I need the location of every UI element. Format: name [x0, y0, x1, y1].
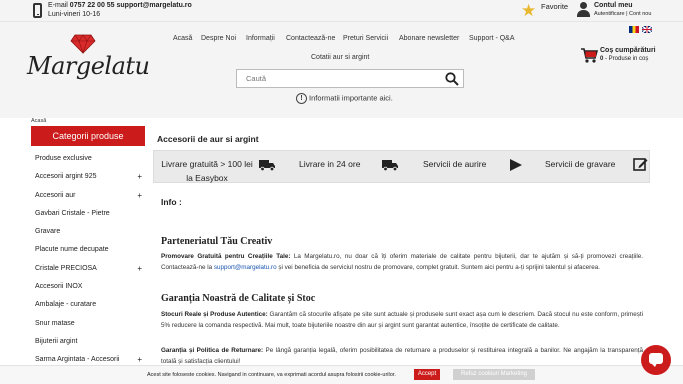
nav-item-support[interactable]: Support - Q&A	[469, 35, 515, 42]
cookie-accept-button[interactable]: Accept	[414, 369, 440, 380]
info-heading: Info :	[161, 197, 182, 207]
cookie-text: Acest site foloseste cookies. Navigand i…	[147, 372, 396, 378]
cookie-banner: Acest site foloseste cookies. Navigand i…	[0, 365, 683, 384]
search-input[interactable]	[237, 70, 442, 87]
cart-count: 0	[600, 56, 604, 62]
site-logo[interactable]: Margelatu	[27, 34, 150, 84]
category-item[interactable]: Gravare	[31, 223, 145, 241]
feature-engraving: Servicii de gravare	[545, 151, 649, 184]
info-icon: !	[296, 93, 307, 104]
category-label: Snur matase	[35, 319, 75, 327]
promo-paragraph: Promovare Gratuită pentru Creațiile Tale…	[161, 252, 643, 273]
logo-text: Margelatu	[27, 52, 150, 80]
category-item[interactable]: Placute nume decupate	[31, 241, 145, 259]
category-item[interactable]: Gavbari Cristale - Pietre	[31, 205, 145, 223]
breadcrumb[interactable]: Acasă	[31, 118, 46, 124]
category-label: Accesorii argint 925	[35, 173, 97, 181]
english-flag-icon[interactable]	[642, 26, 652, 33]
email-link[interactable]: support@margelatu.ro	[117, 2, 192, 9]
phone-icon	[33, 3, 42, 18]
category-label: Sarma Argintata - Accesorii	[35, 356, 120, 364]
stock-paragraph: Stocuri Reale și Produse Autentice: Gara…	[161, 310, 643, 331]
section-heading: Parteneriatul Tău Creativ	[161, 236, 273, 247]
play-icon	[510, 159, 522, 171]
search-icon[interactable]	[445, 72, 459, 86]
diamond-logo-icon	[70, 34, 96, 54]
category-item[interactable]: Bijuterii argint	[31, 333, 145, 351]
category-item[interactable]: Ambalaje - curatare	[31, 296, 145, 314]
page-title: Accesorii de aur si argint	[157, 134, 259, 144]
category-item[interactable]: Snur matase	[31, 315, 145, 333]
nav-item-preturi-servicii[interactable]: Preturi Servicii	[343, 35, 388, 42]
nav-item-informatii[interactable]: Informații	[246, 35, 275, 42]
truck-icon	[382, 160, 398, 171]
romanian-flag-icon[interactable]	[629, 26, 639, 33]
paragraph-bold: Promovare Gratuită pentru Creațiile Tale…	[161, 253, 291, 260]
edit-icon	[633, 158, 648, 171]
feature-24h-delivery: Livrare in 24 ore	[299, 151, 409, 184]
expand-icon[interactable]: +	[137, 168, 142, 186]
expand-icon[interactable]: +	[137, 260, 142, 278]
paragraph-bold: Stocuri Reale și Produse Autentice:	[161, 311, 268, 318]
feature-text: Livrare gratuită > 100 lei	[161, 159, 253, 169]
phone-number[interactable]: 0757 22 00 55	[70, 2, 115, 9]
cart-title: Coș cumpărături	[600, 47, 656, 54]
paragraph-text: și vei beneficia de serviciul nostru de …	[276, 263, 601, 271]
feature-free-delivery: Livrare gratuită > 100 lei la Easybox	[157, 151, 282, 184]
info-notice-text: Informatii importante aici.	[309, 93, 393, 103]
nav-item-contact[interactable]: Contactează-ne	[286, 35, 335, 42]
search-bar	[236, 69, 464, 88]
expand-icon[interactable]: +	[137, 187, 142, 205]
star-icon: ★	[521, 1, 537, 20]
category-item[interactable]: Accesorii aur +	[31, 187, 145, 205]
favorites-label: Favorite	[541, 2, 569, 11]
cart-subtitle: 0 - Produse in coș	[600, 56, 648, 62]
support-email-link[interactable]: support@margelatu.ro	[214, 264, 277, 271]
feature-text: Servicii de aurire	[423, 159, 487, 169]
categories-list: Produse exclusive Accesorii argint 925 + …	[31, 150, 145, 370]
cart-subtitle-text: - Produse in coș	[605, 56, 649, 62]
category-label: Gavbari Cristale - Pietre	[35, 209, 110, 217]
category-item[interactable]: Accesorii INOX	[31, 278, 145, 296]
opening-hours: Luni-vineri 10-16	[48, 10, 101, 18]
category-label: Bijuterii argint	[35, 337, 78, 345]
language-flags	[629, 26, 655, 44]
nav-item-cotatii[interactable]: Cotatii aur si argint	[311, 54, 369, 61]
category-label: Cristale PRECIOSA	[35, 264, 97, 272]
category-label: Accesorii INOX	[35, 283, 83, 291]
account-title: Contul meu	[594, 2, 633, 9]
category-item[interactable]: Accesorii argint 925 +	[31, 168, 145, 186]
main-nav: Acasă	[173, 35, 192, 42]
category-label: Ambalaje - curatare	[35, 301, 97, 309]
feature-text: Livrare in 24 ore	[299, 159, 361, 169]
top-bar: E-mail 0757 22 00 55 support@margelatu.r…	[0, 0, 683, 22]
info-notice[interactable]: ! Informatii importante aici.	[296, 93, 393, 104]
category-label: Accesorii aur	[35, 191, 76, 199]
nav-item-despre-noi[interactable]: Despre Noi	[201, 35, 236, 42]
nav-item-newsletter[interactable]: Abonare newsletter	[399, 35, 459, 42]
cookie-refuse-button[interactable]: Refuz cookiuri Marketing	[453, 369, 535, 380]
category-item[interactable]: Produse exclusive	[31, 150, 145, 168]
category-item[interactable]: Cristale PRECIOSA +	[31, 260, 145, 278]
chat-bubble-icon[interactable]	[641, 345, 671, 375]
feature-text: la Easybox	[186, 173, 228, 183]
categories-title: Categorii produse	[31, 126, 145, 146]
paragraph-bold: Garanția și Politica de Returnare:	[161, 347, 264, 354]
section-heading: Garanția Noastră de Calitate și Stoc	[161, 293, 316, 304]
cart-icon	[581, 48, 598, 63]
truck-icon	[259, 160, 275, 171]
user-icon	[577, 2, 590, 17]
contact-info: E-mail 0757 22 00 55 support@margelatu.r…	[48, 2, 192, 19]
category-label: Produse exclusive	[35, 155, 92, 162]
account-login-links[interactable]: Autentificare | Cont nou	[594, 11, 651, 17]
feature-text: Servicii de gravare	[545, 159, 616, 169]
features-strip: Livrare gratuită > 100 lei la Easybox Liv…	[153, 150, 650, 183]
category-label: Placute nume decupate	[35, 246, 109, 254]
returns-paragraph: Garanția și Politica de Returnare: Pe lâ…	[161, 346, 643, 367]
category-label: Gravare	[35, 228, 61, 236]
nav-item-acasa[interactable]: Acasă	[173, 35, 192, 42]
feature-gilding: Servicii de aurire	[423, 151, 533, 184]
email-label: E-mail	[48, 2, 68, 9]
